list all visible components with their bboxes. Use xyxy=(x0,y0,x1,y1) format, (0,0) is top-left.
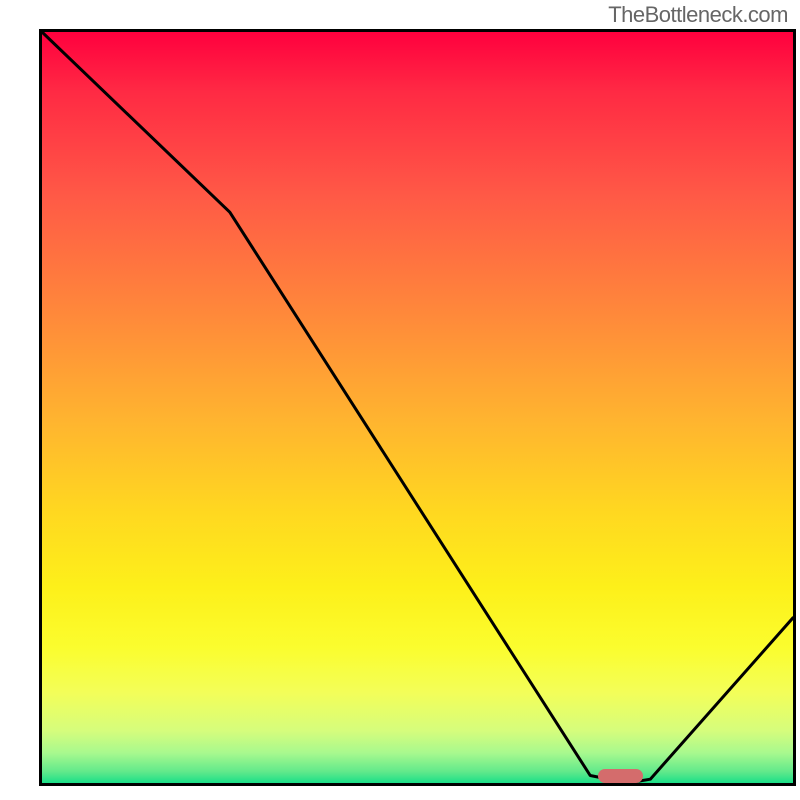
chart-container: TheBottleneck.com xyxy=(12,0,800,788)
watermark-text: TheBottleneck.com xyxy=(608,2,788,28)
optimal-marker xyxy=(598,769,643,783)
data-curve xyxy=(42,32,793,783)
plot-frame xyxy=(39,29,796,786)
curve-layer xyxy=(42,32,793,783)
